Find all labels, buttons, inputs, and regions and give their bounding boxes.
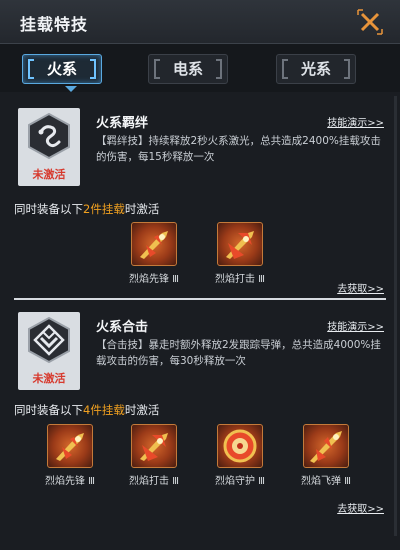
req-suffix: 时激活	[124, 403, 160, 417]
tab-fire[interactable]: 火系	[22, 54, 102, 84]
item-box[interactable]	[131, 424, 177, 468]
skill-description: 【合击技】暴走时额外释放2发跟踪导弹，总共造成4000%挂载攻击的伤害，每30秒…	[96, 339, 381, 367]
skill-status: 未激活	[32, 168, 66, 181]
section-divider	[14, 298, 386, 300]
close-x-icon[interactable]	[352, 4, 388, 40]
active-tab-pointer-icon	[65, 86, 77, 92]
item-box[interactable]	[217, 222, 263, 266]
skill-description: 【羁绊技】持续释放2秒火系激光，总共造成2400%挂载攻击的伤害，每15秒释放一…	[96, 135, 381, 163]
tab-bracket-right	[344, 59, 350, 79]
fire-bond-emblem-icon	[28, 112, 70, 160]
item-box[interactable]	[217, 424, 263, 468]
skill-icon-bond[interactable]: 未激活	[18, 108, 80, 186]
item-name: 烈焰打击 Ⅲ	[214, 274, 266, 285]
item-name: 烈焰先锋 Ⅲ	[44, 476, 96, 487]
tab-electric[interactable]: 电系	[148, 54, 228, 84]
req-prefix: 同时装备以下	[14, 403, 83, 417]
item-box[interactable]	[303, 424, 349, 468]
scrollbar-track[interactable]	[394, 96, 397, 536]
dialog-title: 挂载特技	[20, 15, 89, 34]
activation-requirement: 同时装备以下2件挂载时激活	[14, 201, 159, 217]
req-suffix: 时激活	[124, 202, 160, 216]
shield-drone-icon	[223, 429, 257, 463]
skill-demo-link[interactable]: 技能演示>>	[327, 318, 384, 333]
item-name: 烈焰先锋 Ⅲ	[128, 274, 180, 285]
fire-combo-emblem-icon	[28, 316, 70, 364]
element-tab-bar: 火系 电系 光系	[0, 44, 400, 92]
item-box[interactable]	[131, 222, 177, 266]
item-name: 烈焰飞弹 Ⅲ	[300, 476, 352, 487]
activation-requirement: 同时装备以下4件挂载时激活	[14, 402, 159, 418]
skill-name: 火系羁绊	[96, 116, 149, 131]
dialog-header: 挂载特技	[0, 0, 400, 44]
skill-status: 未激活	[32, 372, 66, 385]
skill-name: 火系合击	[96, 320, 149, 335]
skill-panel-bond: 未激活 火系羁绊 技能演示>> 【羁绊技】持续释放2秒火系激光，总共造成2400…	[8, 104, 392, 295]
acquire-link[interactable]: 去获取>>	[337, 280, 384, 295]
tab-bracket-right	[90, 59, 96, 79]
fighter-jet-icon	[56, 433, 84, 461]
fighter-jet-icon	[140, 231, 168, 259]
fighter-jet-icon	[140, 433, 168, 461]
req-highlight: 2件挂载	[83, 202, 125, 216]
missile-jet-icon	[310, 431, 342, 463]
req-highlight: 4件挂载	[83, 403, 125, 417]
item-name: 烈焰打击 Ⅲ	[128, 476, 180, 487]
fighter-jet-icon	[226, 231, 254, 259]
skill-demo-link[interactable]: 技能演示>>	[327, 114, 384, 129]
item-box[interactable]	[47, 424, 93, 468]
req-prefix: 同时装备以下	[14, 202, 83, 216]
skill-panel-combo: 未激活 火系合击 技能演示>> 【合击技】暴走时额外释放2发跟踪导弹，总共造成4…	[8, 308, 392, 540]
acquire-link[interactable]: 去获取>>	[337, 500, 384, 515]
skill-icon-combo[interactable]: 未激活	[18, 312, 80, 390]
tab-light[interactable]: 光系	[276, 54, 356, 84]
item-name: 烈焰守护 Ⅲ	[214, 476, 266, 487]
tab-bracket-right	[216, 59, 222, 79]
